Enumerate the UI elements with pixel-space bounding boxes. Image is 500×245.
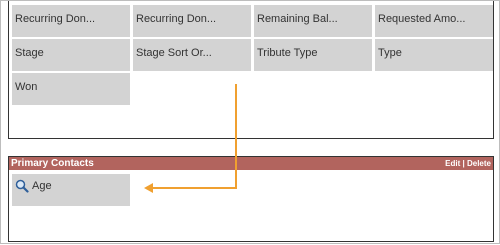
page-layout-editor: Recurring Don... Recurring Don... Remain…	[0, 0, 500, 244]
drag-arrow-annotation	[144, 84, 237, 193]
